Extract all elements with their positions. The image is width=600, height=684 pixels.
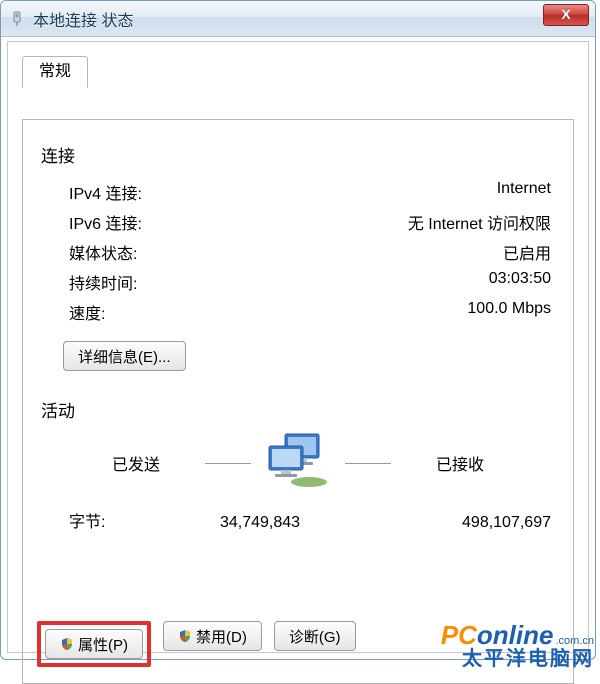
activity-section: 活动 已发送 — [41, 397, 555, 532]
row-media: 媒体状态: 已启用 — [41, 237, 555, 267]
window-title: 本地连接 状态 — [33, 7, 133, 31]
network-adapter-icon — [9, 11, 25, 27]
tab-panel-general: 连接 IPv4 连接: Internet IPv6 连接: 无 Internet… — [22, 119, 574, 684]
recv-bytes: 498,107,697 — [371, 514, 551, 532]
bytes-row: 字节: 34,749,843 498,107,697 — [41, 504, 555, 532]
duration-value: 03:03:50 — [489, 270, 551, 294]
ipv4-label: IPv4 连接: — [69, 180, 142, 204]
ipv6-value: 无 Internet 访问权限 — [408, 210, 551, 234]
diagnose-button[interactable]: 诊断(G) — [274, 621, 356, 651]
duration-label: 持续时间: — [69, 270, 137, 294]
diagnose-label: 诊断(G) — [289, 626, 341, 647]
row-ipv4: IPv4 连接: Internet — [41, 177, 555, 207]
titlebar: 本地连接 状态 X — [1, 1, 595, 37]
row-ipv6: IPv6 连接: 无 Internet 访问权限 — [41, 207, 555, 237]
sent-header: 已发送 — [75, 451, 197, 475]
shield-icon — [178, 629, 192, 643]
activity-section-title: 活动 — [41, 397, 555, 422]
highlight-box: 属性(P) — [37, 621, 151, 667]
disable-label: 禁用(D) — [196, 626, 247, 647]
row-speed: 速度: 100.0 Mbps — [41, 297, 555, 327]
divider-left — [205, 463, 251, 464]
activity-headers: 已发送 — [41, 432, 555, 494]
footer-buttons: 属性(P) 禁用(D) 诊断(G) — [37, 621, 559, 667]
details-button[interactable]: 详细信息(E)... — [63, 341, 186, 371]
shield-icon — [60, 637, 74, 651]
disable-button[interactable]: 禁用(D) — [163, 621, 262, 651]
dialog-window: 本地连接 状态 X 常规 连接 IPv4 连接: Internet IPv6 连… — [0, 0, 596, 660]
network-activity-icon — [259, 432, 337, 494]
tab-strip: 常规 — [22, 56, 574, 88]
properties-button[interactable]: 属性(P) — [45, 629, 143, 659]
row-duration: 持续时间: 03:03:50 — [41, 267, 555, 297]
bytes-label: 字节: — [69, 508, 149, 532]
tab-general[interactable]: 常规 — [22, 56, 88, 88]
sent-bytes: 34,749,843 — [170, 514, 350, 532]
recv-header: 已接收 — [399, 451, 521, 475]
divider-right — [345, 463, 391, 464]
speed-value: 100.0 Mbps — [467, 300, 551, 324]
ipv4-value: Internet — [497, 180, 551, 204]
details-row: 详细信息(E)... — [63, 341, 555, 371]
client-area: 常规 连接 IPv4 连接: Internet IPv6 连接: 无 Inter… — [7, 41, 589, 653]
close-button[interactable]: X — [543, 4, 589, 26]
speed-label: 速度: — [69, 300, 105, 324]
ipv6-label: IPv6 连接: — [69, 210, 142, 234]
media-label: 媒体状态: — [69, 240, 137, 264]
close-icon: X — [561, 6, 570, 22]
connection-section-title: 连接 — [41, 142, 555, 167]
media-value: 已启用 — [503, 240, 551, 264]
properties-label: 属性(P) — [78, 634, 128, 655]
